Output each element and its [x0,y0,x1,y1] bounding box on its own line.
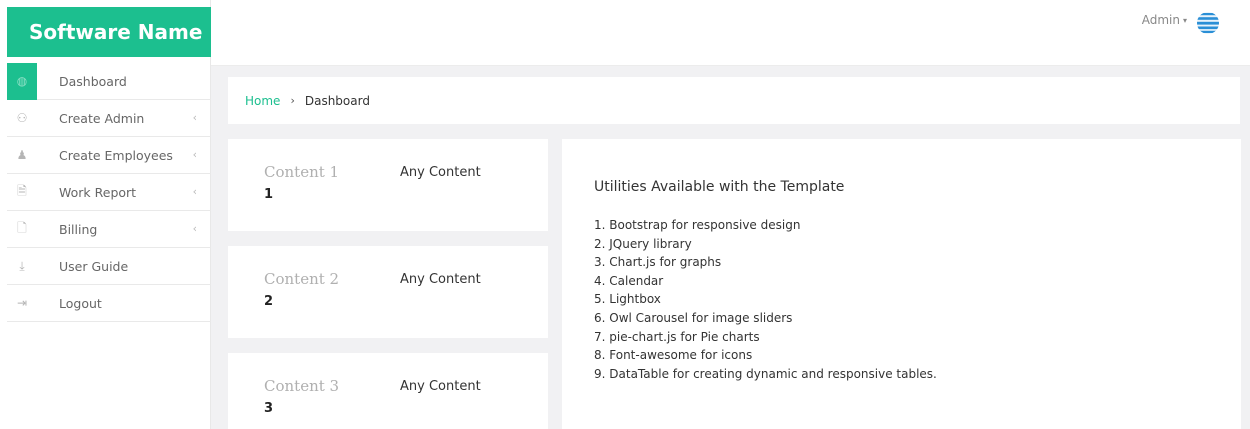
sidebar-item-billing[interactable]: 🗋 Billing ‹ [7,211,211,248]
sidebar-menu: ◍ Dashboard ⚇ Create Admin ‹ ♟ Create Employee… [7,62,211,322]
card-number: 3 [264,401,274,416]
list-item: 3. Chart.js for graphs [594,255,722,270]
caret-down-icon: ▾ [1182,15,1187,25]
content-card-2: Content 2 2 Any Content [228,246,548,338]
file-pdf-icon: 🗋 [17,220,27,235]
card-title: Content 2 [264,270,340,288]
list-item: 9. DataTable for creating dynamic and re… [594,366,937,381]
list-item: 2. JQuery library [594,236,692,251]
main-content: Home › Dashboard Content 1 1 Any Content… [211,66,1250,429]
utilities-list: 1. Bootstrap for responsive design 2. JQu… [594,216,937,383]
breadcrumb-home-link[interactable]: Home [245,94,280,108]
sidebar-item-create-admin[interactable]: ⚇ Create Admin ‹ [7,100,211,137]
card-number: 2 [264,294,274,309]
chevron-left-icon: ‹ [192,148,197,161]
user-plus-icon: ⚇ [16,111,28,125]
user-icon: ♟ [16,148,28,162]
sidebar-item-create-employees[interactable]: ♟ Create Employees ‹ [7,137,211,174]
content-card-3: Content 3 3 Any Content [228,353,548,429]
sidebar-item-label: Create Employees [59,147,173,163]
sidebar-item-label: Work Report [59,184,137,200]
sidebar-item-user-guide[interactable]: ⤓ User Guide [7,248,211,285]
chevron-left-icon: ‹ [192,111,197,124]
chevron-left-icon: ‹ [192,185,197,198]
utilities-heading: Utilities Available with the Template [594,179,845,195]
file-text-icon: 🗎 [17,183,27,198]
card-title: Content 1 [264,163,340,181]
breadcrumb-separator-icon: › [290,94,295,107]
list-item: 8. Font-awesome for icons [594,348,753,363]
card-title: Content 3 [264,377,340,395]
user-menu[interactable]: Admin ▾ [1142,13,1187,27]
content-card-1: Content 1 1 Any Content [228,139,548,231]
list-item: 6. Owl Carousel for image sliders [594,310,793,325]
sidebar: Software Name ◍ Dashboard ⚇ Create Admin ‹ ♟ C… [0,0,211,429]
sidebar-item-dashboard[interactable]: ◍ Dashboard [7,62,211,100]
breadcrumb-current: Dashboard [304,93,370,108]
sidebar-item-label: User Guide [59,258,129,274]
avatar[interactable] [1195,10,1221,36]
sidebar-item-label: Billing [59,221,98,237]
sign-out-icon: ⇥ [16,296,28,310]
list-item: 4. Calendar [594,273,664,288]
list-item: 5. Lightbox [594,292,661,307]
top-bar: Admin ▾ [211,0,1250,66]
sidebar-item-work-report[interactable]: 🗎 Work Report ‹ [7,174,211,211]
sidebar-item-label: Logout [59,295,102,311]
dashboard-icon: ◍ [7,62,37,100]
card-text: Any Content [400,379,481,394]
breadcrumb: Home › Dashboard [228,77,1240,124]
sidebar-item-logout[interactable]: ⇥ Logout [7,285,211,322]
list-item: 7. pie-chart.js for Pie charts [594,329,760,344]
download-icon: ⤓ [19,258,25,273]
utilities-panel: Utilities Available with the Template 1.… [562,139,1241,429]
card-number: 1 [264,187,274,202]
sidebar-item-label: Dashboard [59,73,127,89]
card-text: Any Content [400,165,481,180]
chevron-left-icon: ‹ [192,222,197,235]
user-name: Admin [1141,13,1180,27]
sidebar-item-label: Create Admin [59,110,145,126]
brand-logo[interactable]: Software Name [7,7,211,57]
list-item: 1. Bootstrap for responsive design [594,218,801,232]
card-text: Any Content [400,272,481,287]
